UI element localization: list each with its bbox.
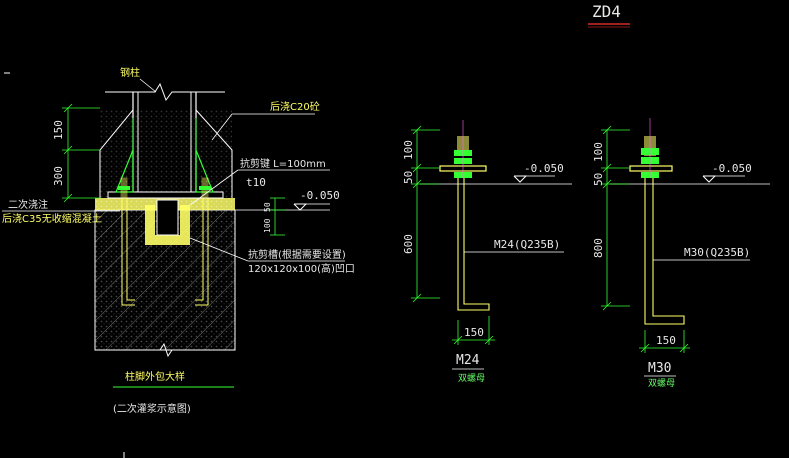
m24-level-marker — [513, 175, 528, 183]
pocket-dimension-chain — [270, 197, 285, 236]
column-base-detail — [94, 82, 330, 358]
leader-column — [139, 78, 157, 93]
label-back-pour: 后浇C20砼 — [270, 100, 320, 113]
dim-100-pocket: 100 — [263, 218, 272, 233]
m24-name: M24 — [456, 353, 480, 368]
dim-300-left: 300 — [52, 166, 65, 186]
m30-spec: M30(Q235B) — [684, 246, 750, 259]
nut-left — [118, 186, 130, 190]
cad-drawing-canvas: ZD4 钢柱 后浇C20砼 抗剪键 L=100mm t10 -0.050 二次浇… — [2, 2, 770, 458]
m30-level-marker — [702, 175, 717, 183]
m30-dim-800: 800 — [592, 238, 605, 258]
label-grout-1: 二次浇注 — [8, 198, 48, 211]
dim-150-left: 150 — [52, 120, 65, 140]
m30-dim-100: 100 — [592, 142, 605, 162]
label-pocket-2: 120x120x100(高)凹口 — [248, 262, 355, 275]
label-shear-key-thickness: t10 — [246, 176, 266, 189]
m24-dim-50: 50 — [402, 171, 415, 184]
encasement-texture — [100, 110, 232, 198]
m30-sub: 双螺母 — [648, 378, 675, 389]
m30-hook-length: 150 — [656, 334, 676, 347]
m24-shank-left — [457, 178, 490, 311]
column-break-line — [105, 82, 225, 102]
left-dimension-chain — [62, 103, 100, 203]
label-shear-key: 抗剪键 L=100mm — [240, 157, 326, 170]
dim-50-pocket: 50 — [263, 202, 272, 212]
sheet-title: ZD4 — [592, 2, 621, 21]
label-pocket-1: 抗剪槽(根据需要设置) — [248, 248, 346, 261]
label-steel-column: 钢柱 — [120, 66, 140, 79]
label-level-left: -0.050 — [300, 189, 340, 202]
m30-washer — [629, 165, 673, 172]
detail-caption: 柱脚外包大样 — [125, 370, 185, 383]
m24-dim-100: 100 — [402, 140, 415, 160]
m24-dim-600: 600 — [402, 234, 415, 254]
m30-shank — [644, 178, 685, 325]
nut-right — [199, 186, 211, 190]
m30-level: -0.050 — [712, 162, 752, 175]
m24-dimension-chain — [411, 125, 495, 345]
label-grout-2: 后浇C35无收缩混凝土 — [2, 212, 102, 225]
m24-hook-length: 150 — [464, 326, 484, 339]
m24-sub: 双螺母 — [458, 373, 485, 384]
anchor-bolt-m24 — [411, 120, 572, 345]
m24-level: -0.050 — [524, 162, 564, 175]
shear-key-plate — [156, 199, 179, 236]
m30-dim-50: 50 — [592, 173, 605, 186]
anchor-bolt-m30 — [601, 118, 770, 353]
detail-note: (二次灌浆示意图) — [113, 402, 191, 415]
m30-name: M30 — [648, 361, 671, 376]
level-marker-left — [293, 203, 308, 211]
m24-spec: M24(Q235B) — [494, 238, 560, 251]
